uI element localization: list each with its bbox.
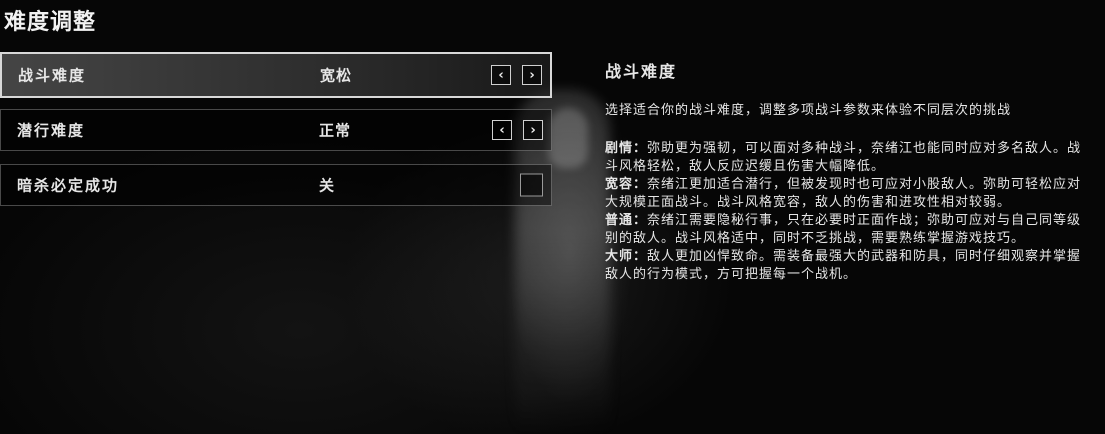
setting-label: 潜行难度 (17, 121, 86, 140)
character-hood-background (548, 108, 588, 168)
chevron-left-icon[interactable]: ‹ (491, 65, 511, 85)
setting-row-stealth-difficulty[interactable]: 潜行难度 正常 ‹ › (0, 109, 552, 151)
assassination-checkbox[interactable] (520, 173, 543, 197)
difficulty-term: 普通： (605, 213, 648, 228)
difficulty-text: 奈绪江更加适合潜行，但被发现时也可应对小股敌人。弥助可轻松应对大规模正面战斗。战… (605, 177, 1082, 210)
value-selector: ‹ › (491, 65, 542, 85)
chevron-right-icon[interactable]: › (522, 65, 542, 85)
game-settings-screen: 难度调整 战斗难度 宽松 ‹ › 潜行难度 正常 ‹ › 暗杀必定成功 关 战斗… (0, 0, 1105, 434)
difficulty-description-item: 宽容：奈绪江更加适合潜行，但被发现时也可应对小股敌人。弥助可轻松应对大规模正面战… (605, 176, 1090, 212)
page-title: 难度调整 (4, 9, 97, 35)
settings-list: 战斗难度 宽松 ‹ › 潜行难度 正常 ‹ › 暗杀必定成功 关 (0, 52, 552, 219)
setting-value: 宽松 (320, 66, 353, 85)
chevron-right-icon[interactable]: › (523, 120, 543, 140)
setting-label: 暗杀必定成功 (17, 176, 120, 195)
description-intro: 选择适合你的战斗难度，调整多项战斗参数来体验不同层次的挑战 (605, 103, 1012, 118)
setting-row-combat-difficulty[interactable]: 战斗难度 宽松 ‹ › (0, 52, 552, 98)
setting-value: 正常 (319, 121, 352, 140)
setting-value: 关 (319, 176, 336, 195)
difficulty-term: 大师： (605, 249, 648, 264)
setting-label: 战斗难度 (18, 66, 87, 85)
description-title: 战斗难度 (605, 62, 678, 81)
difficulty-term: 宽容： (605, 177, 648, 192)
setting-row-guaranteed-assassination[interactable]: 暗杀必定成功 关 (0, 164, 552, 206)
value-selector: ‹ › (492, 120, 543, 140)
difficulty-description-item: 大师：敌人更加凶悍致命。需装备最强大的武器和防具，同时仔细观察并掌握敌人的行为模… (605, 248, 1090, 284)
difficulty-term: 剧情： (605, 141, 648, 156)
difficulty-text: 弥助更为强韧，可以面对多种战斗，奈绪江也能同时应对多名敌人。战斗风格轻松，敌人反… (605, 141, 1082, 174)
difficulty-description-item: 普通：奈绪江需要隐秘行事，只在必要时正面作战；弥助可应对与自己同等级别的敌人。战… (605, 212, 1090, 248)
chevron-left-icon[interactable]: ‹ (492, 120, 512, 140)
difficulty-description-item: 剧情：弥助更为强韧，可以面对多种战斗，奈绪江也能同时应对多名敌人。战斗风格轻松，… (605, 140, 1090, 176)
difficulty-text: 奈绪江需要隐秘行事，只在必要时正面作战；弥助可应对与自己同等级别的敌人。战斗风格… (605, 213, 1082, 246)
description-panel: 战斗难度 选择适合你的战斗难度，调整多项战斗参数来体验不同层次的挑战 剧情：弥助… (605, 58, 1090, 284)
difficulty-text: 敌人更加凶悍致命。需装备最强大的武器和防具，同时仔细观察并掌握敌人的行为模式，方… (605, 249, 1082, 282)
